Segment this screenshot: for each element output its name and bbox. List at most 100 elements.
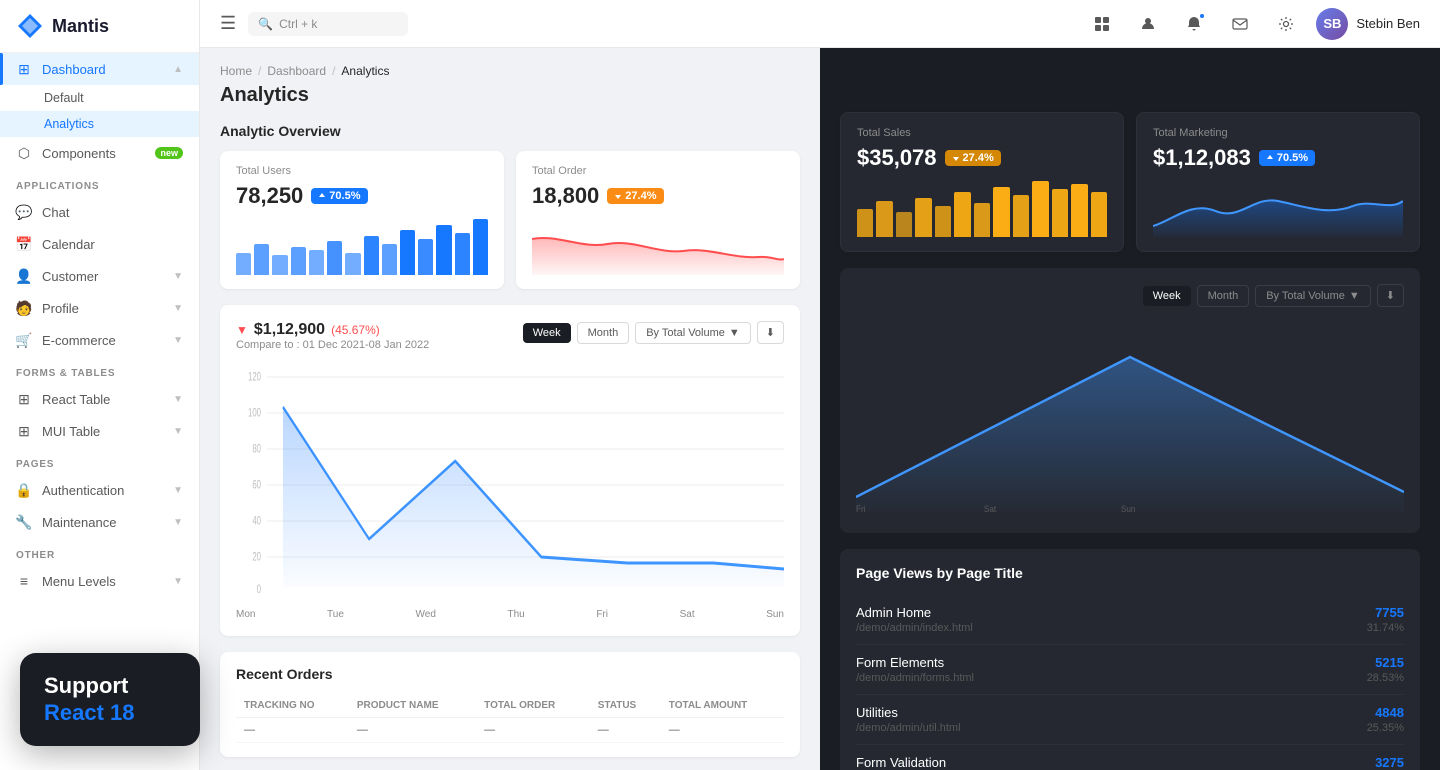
svg-text:0: 0 xyxy=(257,584,262,597)
customer-icon: 👤 xyxy=(16,268,32,284)
search-bar[interactable]: 🔍 Ctrl + k xyxy=(248,12,408,36)
pv-title-2: Utilities xyxy=(856,705,961,720)
sidebar-item-components[interactable]: ⬡ Components new xyxy=(0,137,199,169)
total-marketing-value-row: $1,12,083 70.5% xyxy=(1153,145,1403,171)
users-chart-bars xyxy=(236,219,488,275)
pv-left-3: Form Validation /demo/admin/validation.h… xyxy=(856,755,993,770)
total-marketing-value: $1,12,083 xyxy=(1153,145,1251,171)
download-button[interactable]: ⬇ xyxy=(757,321,784,344)
col-status: STATUS xyxy=(590,694,661,718)
sidebar-item-react-table[interactable]: ⊞ React Table ▼ xyxy=(0,383,199,415)
week-button[interactable]: Week xyxy=(523,323,571,343)
dashboard-icon: ⊞ xyxy=(16,61,32,77)
breadcrumb-home[interactable]: Home xyxy=(220,64,252,78)
income-value-row: ▼ $1,12,900 (45.67%) xyxy=(236,321,429,339)
profile-icon: 🧑 xyxy=(16,300,32,316)
dashboard-chevron: ▲ xyxy=(173,64,183,75)
messages-button[interactable] xyxy=(1224,8,1256,40)
page-title: Analytics xyxy=(220,84,800,107)
search-placeholder: Ctrl + k xyxy=(279,17,317,31)
recent-orders-card: Recent Orders TRACKING NO PRODUCT NAME T… xyxy=(220,652,800,757)
hamburger-button[interactable]: ☰ xyxy=(220,13,236,34)
x-label-wed: Wed xyxy=(416,609,436,620)
total-users-label: Total Users xyxy=(236,165,488,177)
pv-pct-2: 25.35% xyxy=(1367,722,1404,734)
svg-text:120: 120 xyxy=(248,371,261,384)
settings-button[interactable] xyxy=(1270,8,1302,40)
svg-text:80: 80 xyxy=(252,443,261,456)
notifications-button[interactable] xyxy=(1178,8,1210,40)
sidebar-item-mui-table[interactable]: ⊞ MUI Table ▼ xyxy=(0,415,199,447)
pv-path-1: /demo/admin/forms.html xyxy=(856,672,974,684)
username-label: Stebin Ben xyxy=(1356,16,1420,31)
breadcrumb-dashboard[interactable]: Dashboard xyxy=(267,64,326,78)
dark-income-chart: Fri Sat Sun xyxy=(856,317,1404,517)
stat-card-total-users: Total Users 78,250 70.5% xyxy=(220,151,504,289)
svg-text:Sat: Sat xyxy=(984,504,997,514)
sidebar-item-chat[interactable]: 💬 Chat xyxy=(0,196,199,228)
dark-volume-button[interactable]: By Total Volume ▼ xyxy=(1255,285,1371,307)
dark-income-card: Week Month By Total Volume ▼ ⬇ xyxy=(840,268,1420,533)
sidebar-subitem-default[interactable]: Default xyxy=(0,85,199,111)
sidebar-item-components-label: Components xyxy=(42,146,116,161)
col-total-amount: TOTAL AMOUNT xyxy=(661,694,784,718)
dark-month-button[interactable]: Month xyxy=(1197,285,1250,307)
arrow-down-icon xyxy=(614,192,622,200)
sidebar-item-authentication[interactable]: 🔒 Authentication ▼ xyxy=(0,474,199,506)
profile-chevron: ▼ xyxy=(173,303,183,314)
sidebar-item-menu-levels[interactable]: ≡ Menu Levels ▼ xyxy=(0,565,199,597)
col-total-order: TOTAL ORDER xyxy=(476,694,590,718)
pv-path-2: /demo/admin/util.html xyxy=(856,722,961,734)
notification-dot xyxy=(1198,12,1206,20)
sidebar-item-maintenance-label: Maintenance xyxy=(42,515,116,530)
dark-download-button[interactable]: ⬇ xyxy=(1377,284,1404,307)
total-marketing-badge: 70.5% xyxy=(1259,150,1315,166)
analytic-overview-title: Analytic Overview xyxy=(220,123,800,139)
auth-icon: 🔒 xyxy=(16,482,32,498)
apps-button[interactable] xyxy=(1086,8,1118,40)
total-order-value: 18,800 xyxy=(532,183,599,209)
page-views-section: Page Views by Page Title Admin Home /dem… xyxy=(840,549,1420,770)
customer-chevron: ▼ xyxy=(173,271,183,282)
menu-levels-icon: ≡ xyxy=(16,573,32,589)
stat-cards-light: Total Users 78,250 70.5% xyxy=(220,151,800,289)
income-value: $1,12,900 xyxy=(254,321,325,339)
sidebar-item-maintenance[interactable]: 🔧 Maintenance ▼ xyxy=(0,506,199,538)
sidebar-logo[interactable]: Mantis xyxy=(0,0,199,53)
x-label-sat: Sat xyxy=(680,609,695,620)
income-left: ▼ $1,12,900 (45.67%) Compare to : 01 Dec… xyxy=(236,321,429,361)
volume-button[interactable]: By Total Volume ▼ xyxy=(635,322,751,344)
page-view-item-2: Utilities /demo/admin/util.html 4848 25.… xyxy=(856,695,1404,745)
month-button[interactable]: Month xyxy=(577,322,630,344)
sidebar-item-calendar[interactable]: 📅 Calendar xyxy=(0,228,199,260)
income-pct: (45.67%) xyxy=(331,323,380,337)
apps-icon xyxy=(1094,16,1110,32)
x-label-thu: Thu xyxy=(508,609,525,620)
page-view-item-3: Form Validation /demo/admin/validation.h… xyxy=(856,745,1404,770)
dark-income-controls: Week Month By Total Volume ▼ ⬇ xyxy=(856,284,1404,307)
sidebar-subitem-analytics[interactable]: Analytics xyxy=(0,111,199,137)
col-tracking: TRACKING NO xyxy=(236,694,349,718)
sidebar-item-calendar-label: Calendar xyxy=(42,237,95,252)
stat-card-total-sales: Total Sales $35,078 27.4% xyxy=(840,112,1124,252)
volume-chevron: ▼ xyxy=(729,327,740,339)
sidebar-item-dashboard-label: Dashboard xyxy=(42,62,106,77)
user-menu[interactable]: SB Stebin Ben xyxy=(1316,8,1420,40)
calendar-icon: 📅 xyxy=(16,236,32,252)
dark-week-button[interactable]: Week xyxy=(1143,286,1191,306)
table-row: — — — — — xyxy=(236,718,784,743)
chat-icon: 💬 xyxy=(16,204,32,220)
dark-panel: Total Sales $35,078 27.4% xyxy=(820,48,1440,770)
x-label-sun: Sun xyxy=(766,609,784,620)
sidebar-item-profile[interactable]: 🧑 Profile ▼ xyxy=(0,292,199,324)
pv-pct-1: 28.53% xyxy=(1367,672,1404,684)
sidebar-item-mui-table-label: MUI Table xyxy=(42,424,100,439)
sidebar-item-ecommerce[interactable]: 🛒 E-commerce ▼ xyxy=(0,324,199,356)
total-users-value-row: 78,250 70.5% xyxy=(236,183,488,209)
sidebar-subitem-analytics-label: Analytics xyxy=(44,117,94,131)
sidebar-item-dashboard[interactable]: ⊞ Dashboard ▲ xyxy=(0,53,199,85)
profile-button[interactable] xyxy=(1132,8,1164,40)
breadcrumb-current: Analytics xyxy=(341,64,389,78)
sidebar-item-customer[interactable]: 👤 Customer ▼ xyxy=(0,260,199,292)
svg-text:Fri: Fri xyxy=(856,504,866,514)
